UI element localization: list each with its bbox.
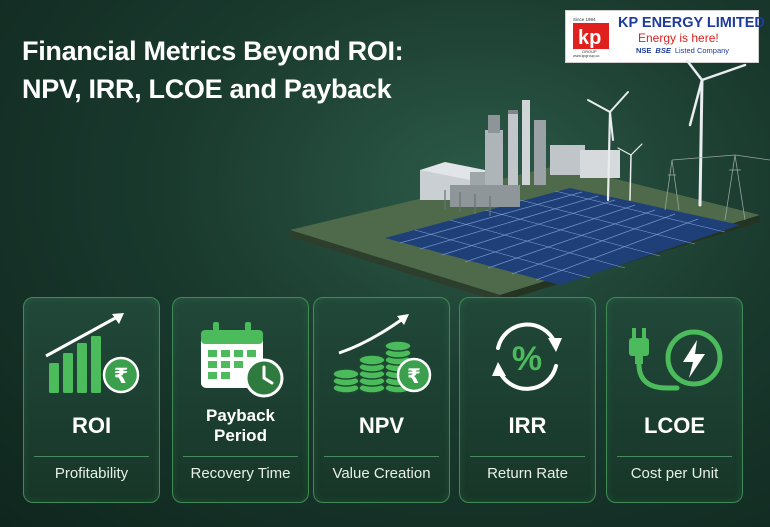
card-title: LCOE [643, 413, 706, 438]
coins-rupee-icon: ₹ [332, 314, 432, 394]
card-title-line-1: Payback [206, 406, 275, 425]
card-divider [324, 456, 439, 457]
card-divider [34, 456, 149, 457]
card-subtitle: Recovery Time [190, 465, 291, 482]
metric-card-lcoe: LCOE Cost per Unit [606, 297, 743, 503]
exchange-listing: NSE BSE Listed Company [636, 46, 729, 55]
svg-text:kp: kp [578, 27, 601, 49]
energy-plant-illustration [290, 60, 770, 300]
svg-text:₹: ₹ [407, 364, 421, 388]
card-subtitle: Profitability [54, 465, 129, 482]
calendar-clock-icon [201, 322, 284, 398]
metric-card-npv: ₹ NPV Value Creation [313, 297, 450, 503]
company-tagline: Energy is here! [638, 31, 719, 45]
card-divider [617, 456, 732, 457]
card-subtitle: Return Rate [487, 465, 568, 482]
card-divider [470, 456, 585, 457]
logo-since: Since 1994 [573, 17, 596, 22]
svg-text:%: % [512, 340, 542, 378]
listed-company-label: Listed Company [674, 46, 730, 55]
plug-bolt-icon [629, 328, 723, 391]
metric-card-irr: % IRR Return Rate [459, 297, 596, 503]
card-subtitle: Cost per Unit [630, 465, 719, 482]
metric-card-payback: Payback Period Recovery Time [172, 297, 309, 503]
card-title: Payback Period [173, 406, 308, 446]
nse-label: NSE [636, 46, 652, 55]
logo-website: www.kpgroup.co [573, 54, 599, 58]
card-subtitle: Value Creation [332, 465, 431, 482]
kp-group-logo-icon: Since 1994 kp GROUP www.kpgroup.co [570, 15, 612, 58]
card-title: IRR [508, 413, 547, 438]
percent-cycle-icon: % [492, 322, 562, 391]
metric-card-roi: ₹ ROI Profitability [23, 297, 160, 503]
company-logo: Since 1994 kp GROUP www.kpgroup.co KP EN… [565, 10, 765, 63]
card-divider [183, 456, 298, 457]
card-title-line-2: Period [214, 426, 267, 445]
svg-text:₹: ₹ [114, 364, 129, 388]
card-title: ROI [71, 413, 112, 438]
bse-label: BSE [655, 46, 671, 55]
company-name: KP ENERGY LIMITED [618, 15, 765, 31]
card-title: NPV [358, 413, 405, 438]
bar-chart-rupee-icon: ₹ [45, 313, 140, 394]
